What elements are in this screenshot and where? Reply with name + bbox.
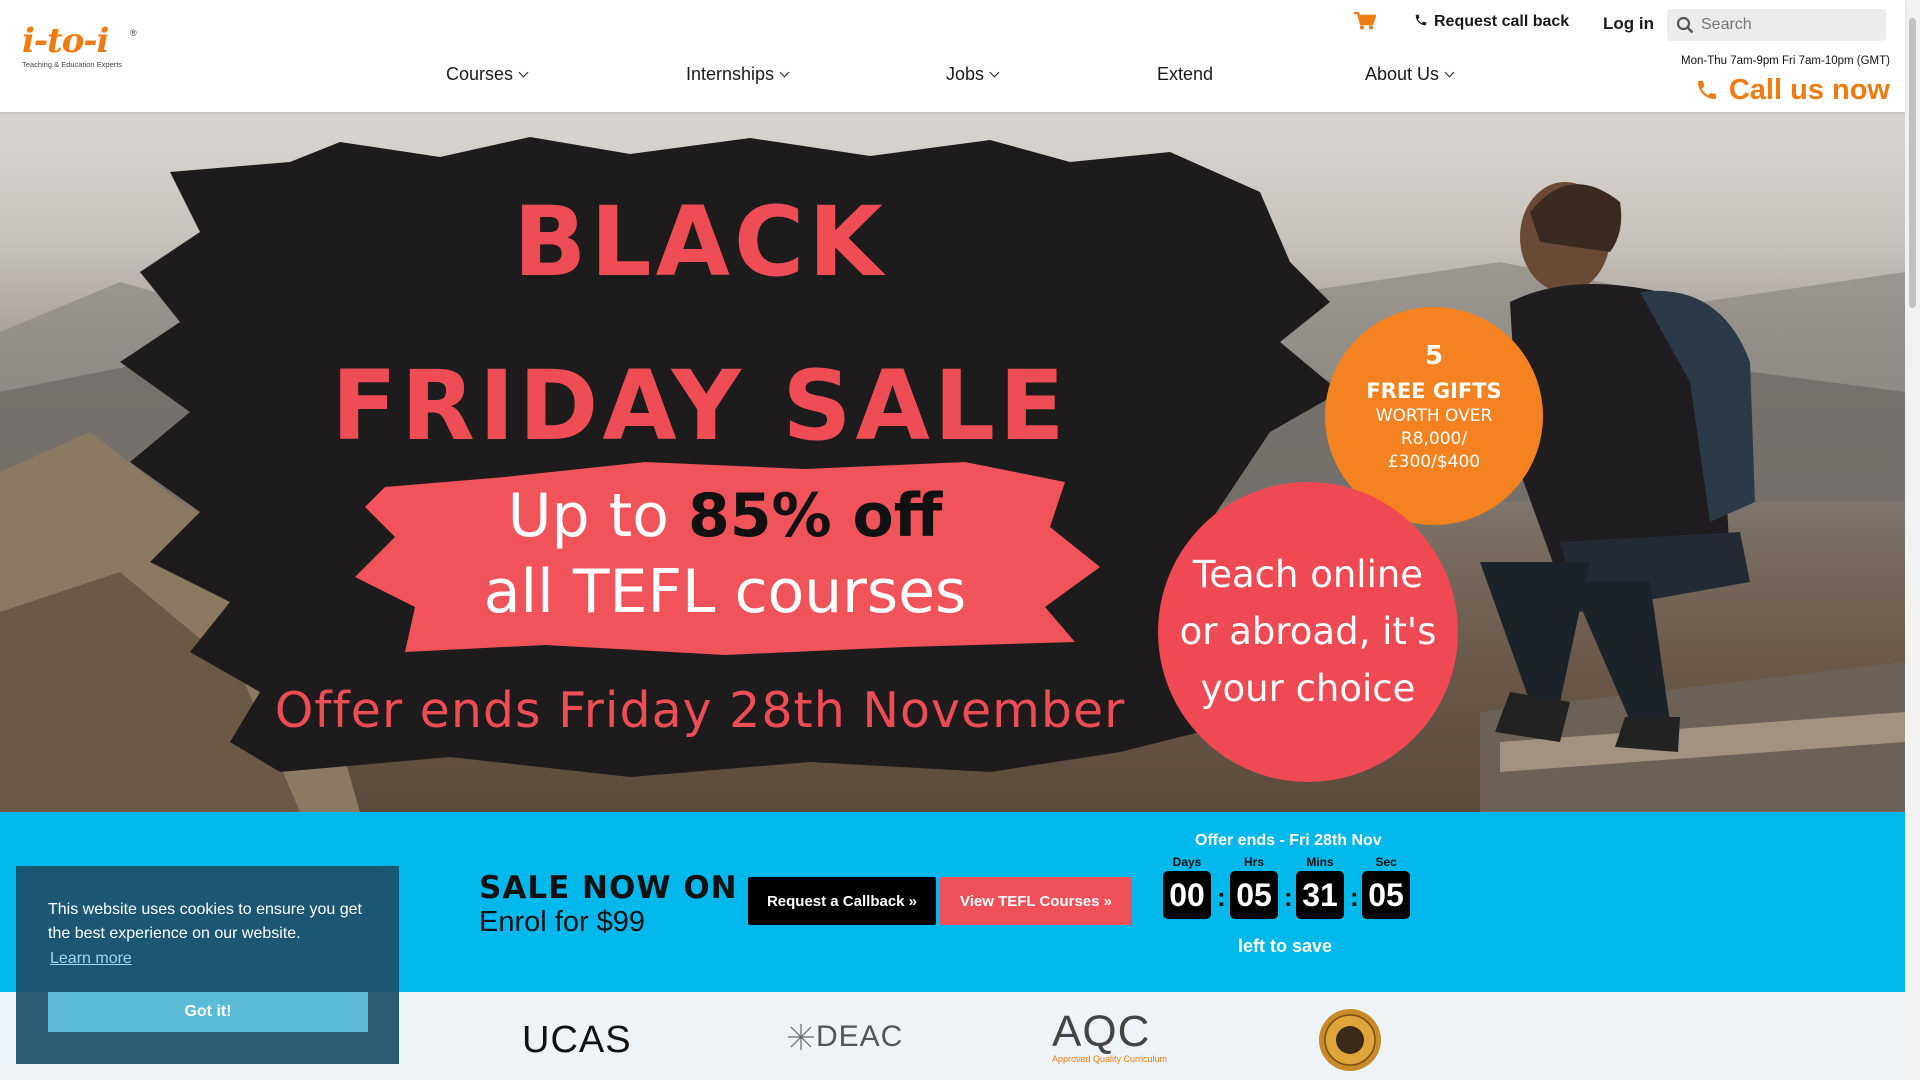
view-tefl-courses-button[interactable]: View TEFL Courses »: [940, 877, 1132, 925]
nav-jobs-label: Jobs: [946, 64, 985, 84]
teach-line3: your choice: [1200, 667, 1416, 710]
nav-courses-label: Courses: [446, 64, 514, 84]
discount-headline: Up to 85% off all TEFL courses: [360, 478, 1090, 630]
call-us-now-label: Call us now: [1728, 74, 1890, 106]
nav-about-us[interactable]: About Us: [1365, 64, 1455, 85]
nav-courses[interactable]: Courses: [446, 64, 529, 85]
countdown-separator: :: [1284, 882, 1293, 912]
gifts-line1: FREE GIFTS: [1366, 379, 1502, 403]
logo-registered-mark: ®: [130, 28, 137, 38]
nav-extend[interactable]: Extend: [1157, 64, 1213, 85]
cookie-learn-more-link[interactable]: Learn more: [50, 950, 132, 968]
site-header: i-to-i ® Teaching & Education Experts Co…: [0, 0, 1905, 112]
site-logo[interactable]: i-to-i ® Teaching & Education Experts: [22, 24, 140, 82]
request-call-back-label: Request call back: [1434, 13, 1570, 30]
teach-online-badge: Teach online or abroad, it's your choice: [1158, 482, 1458, 782]
ucas-logo: UCAS: [522, 1019, 632, 1061]
left-to-save-text: left to save: [1238, 936, 1333, 956]
gifts-line3: R8,000/: [1400, 429, 1468, 449]
title-line-black: BLACK: [513, 186, 887, 298]
countdown-minutes-value: 31: [1296, 871, 1344, 919]
discount-prefix: Up to: [507, 481, 669, 551]
countdown-separator: :: [1350, 882, 1359, 912]
gifts-count: 5: [1424, 341, 1444, 371]
search-box[interactable]: [1667, 9, 1886, 41]
nav-jobs[interactable]: Jobs: [946, 64, 1000, 85]
countdown-days-value: 00: [1163, 871, 1211, 919]
countdown-minutes: Mins 31: [1296, 855, 1344, 919]
request-callback-button[interactable]: Request a Callback »: [748, 877, 936, 925]
chevron-down-icon: [779, 67, 790, 78]
countdown-days: Days 00: [1163, 855, 1211, 919]
opening-hours: Mon-Thu 7am-9pm Fri 7am-10pm (GMT): [1681, 55, 1890, 67]
logo-wordmark: i-to-i: [22, 21, 109, 61]
countdown-minutes-label: Mins: [1306, 855, 1334, 869]
scrollbar-thumb[interactable]: [1909, 18, 1916, 308]
enrol-price: Enrol for $99: [479, 906, 646, 938]
discount-line2: all TEFL courses: [483, 557, 967, 627]
search-input[interactable]: [1699, 13, 1879, 37]
chevron-down-icon: [989, 67, 1000, 78]
aqc-logo: AQC Approved Quality Curriculum: [1052, 1007, 1168, 1065]
search-icon[interactable]: [1676, 16, 1694, 34]
cookie-message: This website uses cookies to ensure you …: [48, 901, 362, 942]
phone-icon: [1415, 14, 1427, 26]
offer-ends-text: Offer ends Friday 28th November: [274, 682, 1126, 739]
call-us-now-link[interactable]: Call us now: [1695, 74, 1890, 107]
teach-line1: Teach online: [1192, 553, 1424, 596]
deac-wordmark: DEAC: [816, 1020, 904, 1053]
chevron-down-icon: [1444, 67, 1455, 78]
request-call-back-link[interactable]: Request call back: [1414, 13, 1569, 31]
tefl-seal: [1319, 1009, 1381, 1071]
countdown-offer-ends: Offer ends - Fri 28th Nov: [1195, 832, 1382, 849]
cart-icon[interactable]: [1354, 12, 1376, 30]
tefl-cert-badge: [1318, 1008, 1382, 1077]
countdown-hours: Hrs 05: [1230, 855, 1278, 919]
teach-line2: or abroad, it's: [1179, 610, 1437, 653]
phone-icon: [1697, 81, 1716, 99]
cookie-accept-button[interactable]: Got it!: [48, 992, 368, 1032]
black-friday-title: BLACK FRIDAY SALE: [300, 160, 1100, 488]
logo-tagline: Teaching & Education Experts: [22, 60, 123, 69]
nav-internships-label: Internships: [686, 64, 775, 84]
countdown-seconds-value: 05: [1362, 871, 1410, 919]
cookie-banner: This website uses cookies to ensure you …: [16, 866, 399, 1064]
discount-highlight: 85% off: [688, 481, 943, 551]
gifts-line2: WORTH OVER: [1375, 406, 1493, 426]
nav-internships[interactable]: Internships: [686, 64, 790, 85]
nav-extend-label: Extend: [1157, 64, 1214, 84]
deac-logo: DEAC: [786, 1020, 903, 1054]
countdown-days-label: Days: [1172, 855, 1202, 869]
aqc-subtitle: Approved Quality Curriculum: [1052, 1054, 1168, 1064]
chevron-down-icon: [518, 67, 529, 78]
login-link[interactable]: Log in: [1603, 14, 1654, 34]
hero-banner[interactable]: BLACK FRIDAY SALE Up to 85% off all TEFL…: [0, 112, 1905, 812]
countdown-seconds: Sec 05: [1362, 855, 1410, 919]
aqc-wordmark: AQC: [1052, 1007, 1151, 1056]
page-scrollbar[interactable]: [1905, 0, 1920, 1080]
gifts-line4: £300/$400: [1387, 452, 1481, 472]
deac-star-icon: [788, 1024, 814, 1050]
countdown-hours-value: 05: [1230, 871, 1278, 919]
countdown-seconds-label: Sec: [1375, 855, 1397, 869]
countdown-hours-label: Hrs: [1243, 855, 1264, 869]
sale-now-on-headline: SALE NOW ON: [479, 870, 738, 906]
nav-about-us-label: About Us: [1365, 64, 1440, 84]
countdown-separator: :: [1217, 882, 1226, 912]
